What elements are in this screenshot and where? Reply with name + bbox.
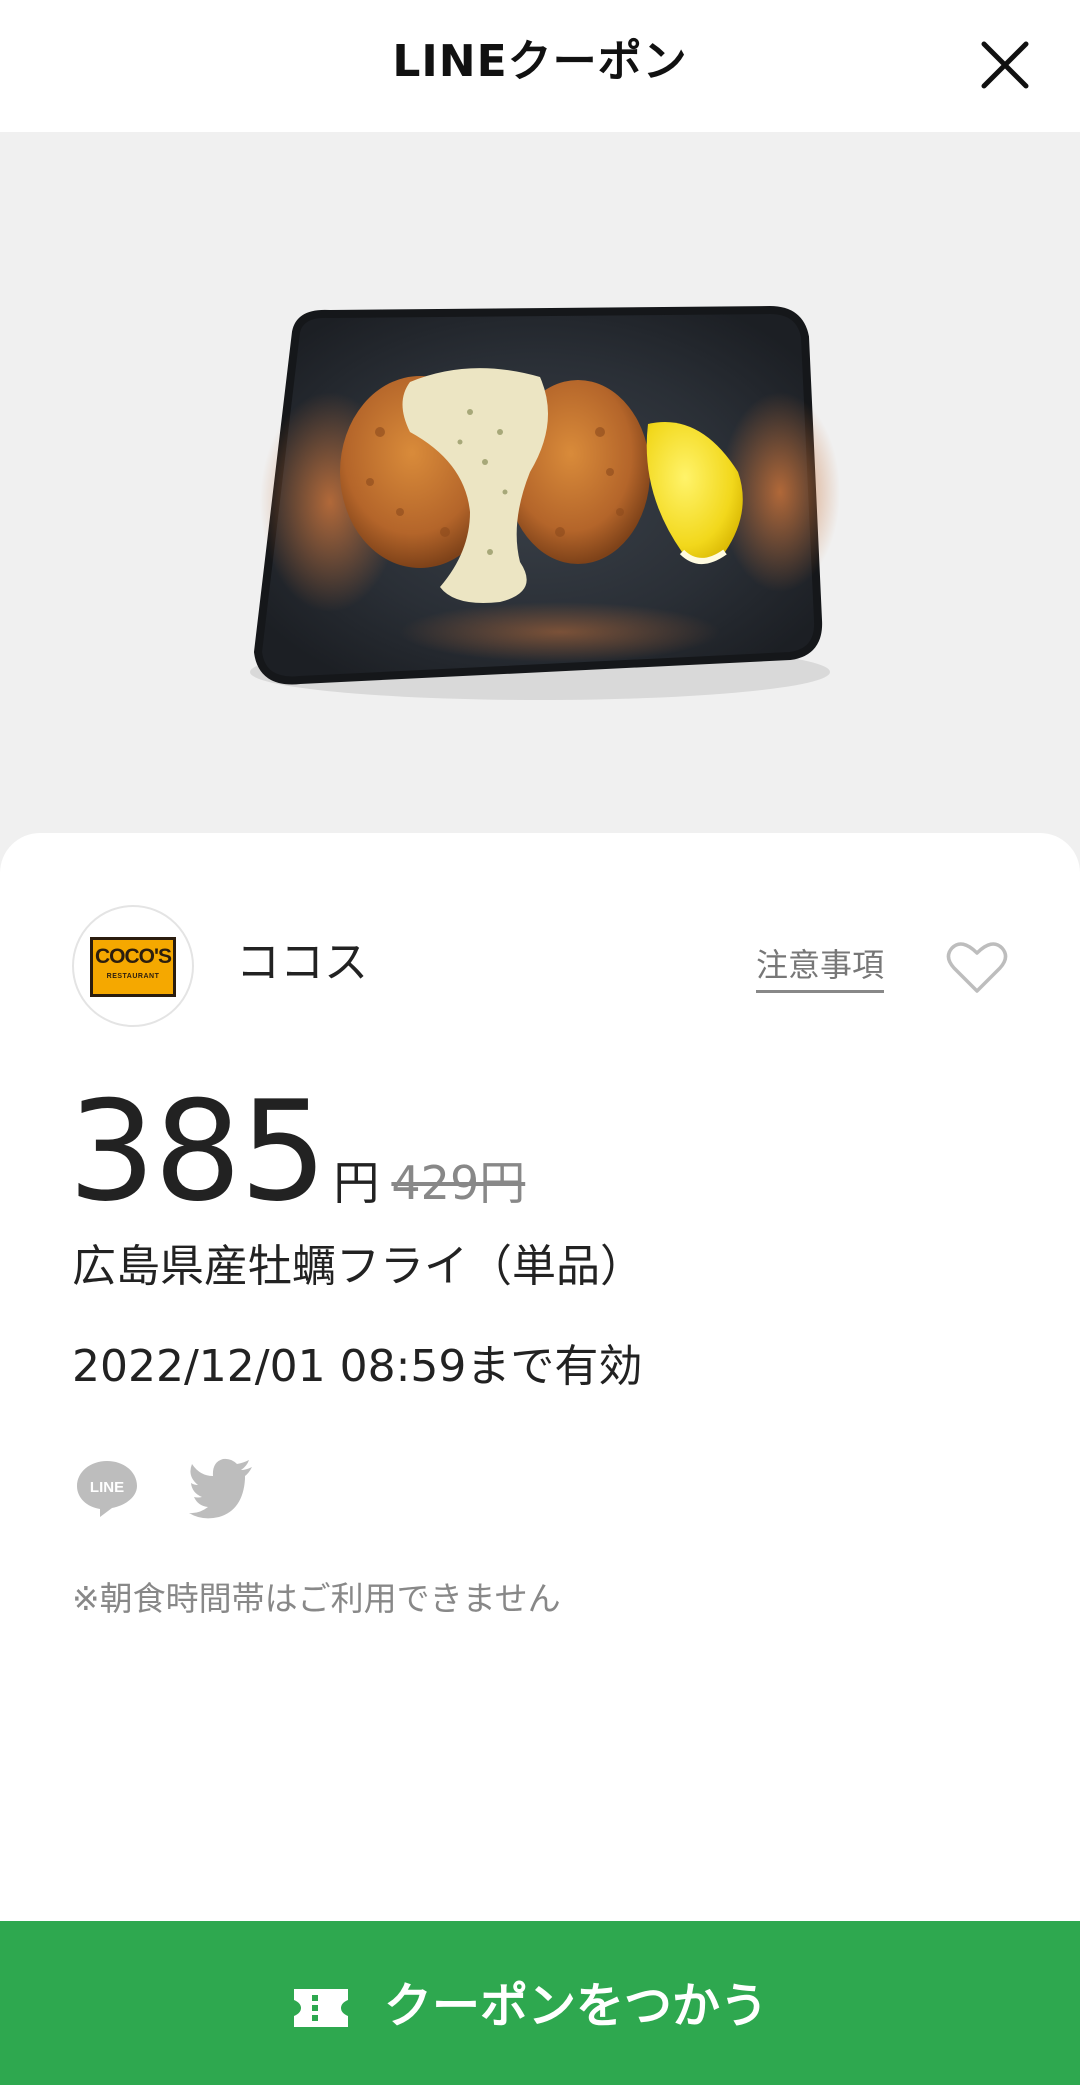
use-coupon-button[interactable]: クーポンをつかう [0,1921,1080,2085]
cocos-logo: COCO'S RESTAURANT [90,937,176,997]
discount-price: 385 [68,1071,327,1232]
favorite-button[interactable] [946,939,1008,995]
usage-note: ※朝食時間帯はご利用できません [72,1579,561,1618]
notice-link[interactable]: 注意事項 [756,943,885,993]
close-button[interactable] [970,30,1040,100]
product-name: 広島県産牡蠣フライ（単品） [72,1241,644,1292]
original-price: 429円 [391,1156,526,1210]
hero-image [0,132,1080,872]
heart-icon [946,942,1008,993]
logo-sub-text: RESTAURANT [106,973,160,980]
app-header: LINEクーポン [0,0,1080,132]
price-currency: 円 [333,1156,380,1210]
validity-text: 2022/12/01 08:59まで有効 [72,1341,643,1392]
food-photo [250,305,840,700]
svg-text:LINE: LINE [90,1479,124,1496]
store-name: ココス [236,937,368,988]
share-line-button[interactable]: LINE [72,1453,142,1523]
store-logo: COCO'S RESTAURANT [72,905,194,1027]
close-icon [981,41,1029,89]
coupon-card: COCO'S RESTAURANT ココス 注意事項 385 円 429円 広島県産… [0,833,1080,2085]
ticket-icon [294,1989,348,2027]
twitter-icon [189,1458,252,1519]
price-row: 385 円 429円 [68,1071,526,1232]
coupon-page: LINEクーポン COCO'S RESTAURANT ココス 注意事項 385 … [0,0,1080,2085]
use-coupon-label: クーポンをつかう [384,1978,769,2034]
page-title: LINEクーポン [392,36,688,87]
share-twitter-button[interactable] [188,1455,256,1519]
line-icon: LINE [77,1461,137,1517]
logo-main-text: COCO'S [94,945,172,968]
